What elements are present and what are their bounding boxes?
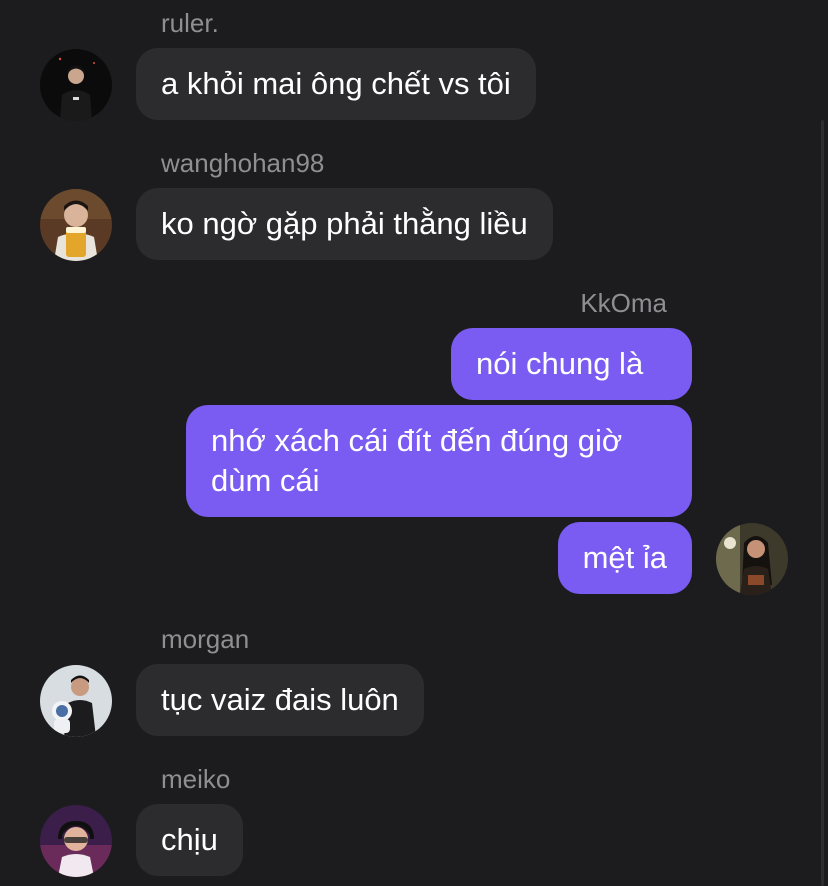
outgoing-message-bubble[interactable]: mệt ỉa xyxy=(557,522,692,594)
sender-name: ruler. xyxy=(161,8,219,38)
person-dark-outfit-avatar-icon[interactable] xyxy=(40,49,112,121)
sender-name: KkOma xyxy=(580,288,667,318)
scrollbar[interactable] xyxy=(821,120,824,886)
outgoing-message-bubble[interactable]: nói chung là xyxy=(451,328,692,400)
person-with-plush-avatar-icon[interactable] xyxy=(40,665,112,737)
person-with-headset-avatar-icon[interactable] xyxy=(40,805,112,877)
message-bubble[interactable]: chịu xyxy=(136,804,243,876)
sender-name: wanghohan98 xyxy=(161,148,325,178)
message-bubble[interactable]: tục vaiz đais luôn xyxy=(136,664,424,736)
sender-name: morgan xyxy=(161,624,250,654)
outgoing-message-bubble[interactable]: nhớ xách cái đít đến đúng giờ dùm cái xyxy=(186,405,692,517)
message-bubble[interactable]: ko ngờ gặp phải thằng liều xyxy=(136,188,553,260)
person-with-beer-avatar-icon[interactable] xyxy=(40,189,112,261)
sender-name: meiko xyxy=(161,764,231,794)
message-bubble[interactable]: a khỏi mai ông chết vs tôi xyxy=(136,48,536,120)
person-long-hair-avatar-icon[interactable] xyxy=(716,523,788,595)
